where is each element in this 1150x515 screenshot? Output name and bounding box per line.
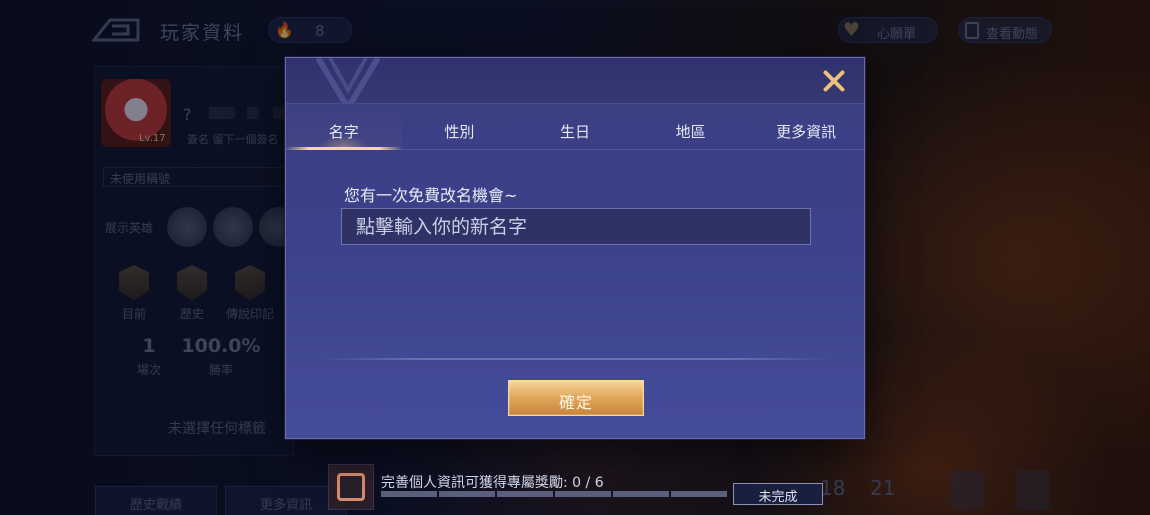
confirm-button[interactable]: 確定 bbox=[508, 380, 644, 416]
reward-progress-bar bbox=[381, 491, 727, 497]
incomplete-status-button[interactable]: 未完成 bbox=[733, 483, 823, 505]
reward-frame-icon[interactable] bbox=[328, 464, 374, 510]
divider bbox=[320, 358, 832, 360]
new-name-input[interactable] bbox=[341, 208, 811, 245]
emblem-icon bbox=[315, 58, 381, 103]
rename-hint: 您有一次免費改名機會~ bbox=[344, 186, 518, 205]
tab-name[interactable]: 名字 bbox=[286, 104, 402, 150]
tab-region[interactable]: 地區 bbox=[633, 104, 749, 149]
edit-profile-dialog: 名字 性別 生日 地區 更多資訊 您有一次免費改名機會~ 確定 bbox=[285, 57, 865, 439]
tab-more-info[interactable]: 更多資訊 bbox=[748, 104, 864, 149]
reward-strip: 完善個人資訊可獲得專屬獎勵: 0 / 6 未完成 bbox=[328, 464, 828, 512]
dialog-header bbox=[286, 58, 864, 104]
tab-gender[interactable]: 性別 bbox=[402, 104, 518, 149]
tab-birthday[interactable]: 生日 bbox=[517, 104, 633, 149]
dialog-tabs: 名字 性別 生日 地區 更多資訊 bbox=[286, 104, 864, 150]
reward-text: 完善個人資訊可獲得專屬獎勵: 0 / 6 bbox=[381, 475, 604, 491]
close-icon[interactable] bbox=[817, 66, 851, 96]
